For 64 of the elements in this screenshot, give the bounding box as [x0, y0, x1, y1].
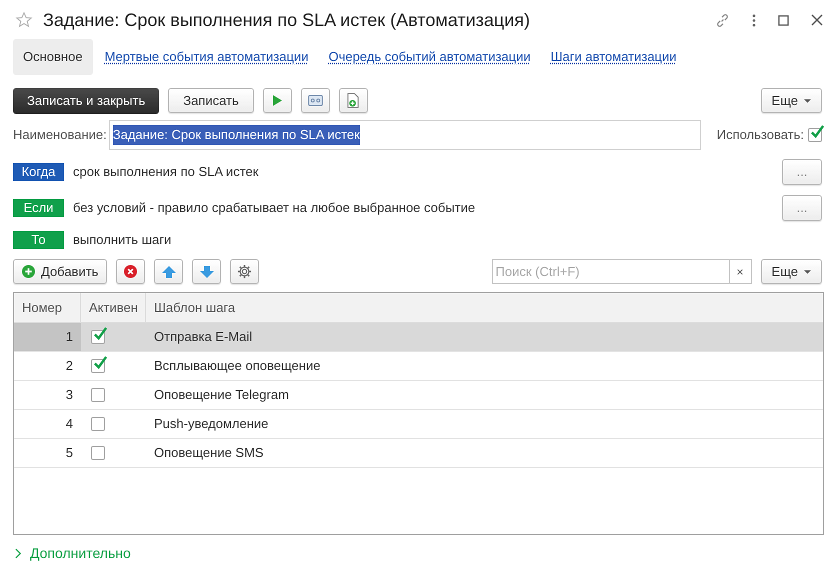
- checkbox[interactable]: [808, 128, 822, 142]
- clear-button[interactable]: ×: [728, 260, 751, 283]
- more-button[interactable]: Еще: [760, 259, 822, 284]
- link-icon[interactable]: [715, 12, 730, 28]
- save-and-close-button[interactable]: Записать и закрыть: [13, 88, 160, 114]
- rule-text: срок выполнения по SLA истек: [73, 163, 258, 182]
- document-add-icon: [346, 93, 360, 108]
- search-field[interactable]: Поиск (Ctrl+F) ×: [492, 259, 752, 284]
- caret-icon: [804, 270, 811, 274]
- table-cell-text: Оповещение SMS: [153, 444, 265, 462]
- save-button[interactable]: Записать: [168, 88, 254, 113]
- column-header[interactable]: Активен: [81, 293, 146, 322]
- table-cell-text: Оповещение Telegram: [153, 386, 290, 404]
- play-icon: [272, 95, 282, 106]
- delete-icon: [124, 265, 138, 278]
- table-cell: 1: [14, 323, 81, 351]
- chevron-icon: [15, 548, 22, 559]
- run-button[interactable]: [262, 88, 292, 113]
- table-cell-text: 5: [64, 444, 74, 462]
- table-cell-text: 3: [64, 386, 74, 404]
- rule-tag: Когда: [13, 163, 64, 181]
- star-icon[interactable]: [15, 11, 33, 29]
- settings-icon: [237, 264, 252, 279]
- tab[interactable]: Основное: [13, 39, 93, 75]
- more-icon[interactable]: [752, 14, 756, 26]
- add-button[interactable]: Добавить: [13, 259, 108, 284]
- move-up-button[interactable]: [154, 259, 184, 284]
- rule-tag: Если: [13, 199, 64, 217]
- tab[interactable]: Мертвые события автоматизации: [96, 39, 316, 75]
- checkbox[interactable]: [91, 417, 105, 431]
- table-cell-text: 2: [64, 357, 74, 376]
- new-document-button[interactable]: [338, 88, 368, 113]
- checkbox[interactable]: [91, 330, 105, 344]
- settings-button[interactable]: [230, 259, 260, 284]
- maximize-icon[interactable]: [778, 14, 789, 26]
- more-button[interactable]: Еще: [760, 88, 822, 113]
- table-cell-text: Всплывающее оповещение: [153, 357, 322, 376]
- plus-icon: [22, 265, 35, 278]
- rule-tag: То: [13, 231, 64, 249]
- checkbox[interactable]: [91, 359, 105, 373]
- field-label: Наименование:: [13, 126, 107, 144]
- rule-text: выполнить шаги: [73, 231, 172, 250]
- column-header[interactable]: Шаблон шага: [146, 293, 823, 322]
- table-cell-text: Push-уведомление: [153, 415, 270, 434]
- move-down-button[interactable]: [192, 259, 222, 284]
- checkbox[interactable]: [91, 446, 105, 460]
- close-icon[interactable]: [811, 14, 823, 26]
- window-title: Задание: Срок выполнения по SLA истек (Автоматизация): [43, 8, 530, 32]
- rule-text: без условий - правило срабатывает на любое выбранное событие: [73, 199, 476, 218]
- tape-button[interactable]: [300, 88, 330, 113]
- arrow-down-icon: [200, 266, 214, 278]
- table-cell-text: 4: [64, 415, 74, 434]
- cassette-icon: [308, 95, 323, 106]
- table-row[interactable]: 1 Отправка E-Mail: [14, 323, 823, 352]
- checkbox[interactable]: [91, 388, 105, 402]
- tab[interactable]: Шаги автоматизации: [542, 39, 685, 75]
- delete-button[interactable]: [116, 259, 146, 284]
- table-cell-text: Отправка E-Mail: [153, 328, 254, 346]
- caret-icon: [804, 98, 811, 102]
- tab[interactable]: Очередь событий автоматизации: [320, 39, 539, 75]
- name-field[interactable]: Задание: Срок выполнения по SLA истек: [108, 120, 701, 150]
- arrow-up-icon: [162, 266, 176, 278]
- field-label: Использовать:: [716, 126, 804, 144]
- column-header[interactable]: Номер: [14, 293, 81, 322]
